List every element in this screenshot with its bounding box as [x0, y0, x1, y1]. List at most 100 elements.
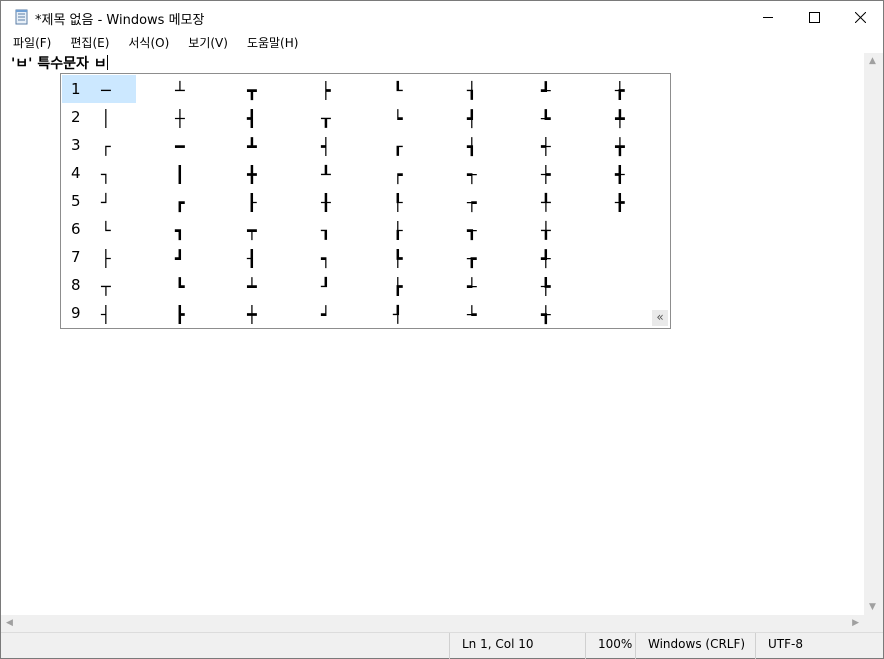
scroll-up-icon[interactable]: ▲ [869, 56, 876, 66]
candidate-item[interactable]: ┮ [441, 188, 515, 216]
candidate-item[interactable]: ┡ [367, 244, 441, 272]
candidate-item[interactable]: ╈ [589, 132, 663, 160]
candidate-item[interactable]: ┪ [441, 132, 515, 160]
horizontal-scrollbar[interactable]: ◀ ▶ [1, 615, 864, 632]
menu-edit[interactable]: 편집(E) [58, 34, 116, 53]
maximize-button[interactable] [791, 1, 837, 34]
candidate-item[interactable]: ┗ [149, 272, 223, 300]
candidate-item[interactable]: 4 ┐ [61, 160, 135, 188]
candidate-item[interactable]: ┻ [221, 132, 295, 160]
scroll-right-icon[interactable]: ▶ [852, 618, 859, 628]
candidate-item[interactable]: ┶ [441, 300, 515, 328]
candidate-item[interactable]: 8 ┬ [61, 272, 135, 300]
candidate-item[interactable]: ┸ [295, 160, 369, 188]
candidate-item[interactable]: ┖ [367, 76, 441, 104]
candidate-item[interactable]: ┙ [295, 300, 369, 328]
candidate-symbol: ╉ [615, 165, 625, 184]
menu-help[interactable]: 도움말(H) [235, 34, 306, 53]
vertical-scrollbar[interactable]: ▲ ▼ [864, 53, 883, 615]
candidate-item[interactable]: 2 │ [61, 104, 135, 132]
candidate-item[interactable]: 5 ┘ [61, 188, 135, 216]
candidate-item[interactable]: 1 ─ [61, 76, 135, 104]
candidate-item[interactable]: ┎ [367, 132, 441, 160]
candidate-symbol: ╊ [615, 193, 625, 212]
candidate-item[interactable]: ┲ [441, 244, 515, 272]
candidate-item[interactable]: ╋ [221, 160, 295, 188]
candidate-item[interactable]: ┦ [367, 300, 441, 328]
candidate-item[interactable]: ┒ [295, 216, 369, 244]
close-button[interactable] [837, 1, 883, 34]
candidate-item[interactable]: 3 ┌ [61, 132, 135, 160]
candidate-item[interactable]: ┾ [515, 160, 589, 188]
status-position: Ln 1, Col 10 [449, 633, 585, 659]
menu-view[interactable]: 보기(V) [176, 34, 235, 53]
candidate-item[interactable]: ┝ [295, 76, 369, 104]
candidate-item[interactable]: ┿ [221, 300, 295, 328]
candidate-number: 4 [71, 164, 81, 182]
candidate-item[interactable]: 7 ├ [61, 244, 135, 272]
candidate-item[interactable]: ╆ [589, 76, 663, 104]
candidate-item[interactable]: ┥ [295, 132, 369, 160]
candidate-item[interactable]: ╁ [515, 216, 589, 244]
candidate-item[interactable]: ┛ [149, 244, 223, 272]
menu-file[interactable]: 파일(F) [1, 34, 58, 53]
candidate-item[interactable]: ┚ [295, 272, 369, 300]
candidate-item[interactable]: ┫ [221, 104, 295, 132]
candidate-item[interactable]: ╅ [515, 300, 589, 328]
menu-format[interactable]: 서식(O) [116, 34, 176, 53]
candidate-item[interactable]: ┣ [149, 300, 223, 328]
candidate-item[interactable]: ┟ [367, 216, 441, 244]
candidate-item[interactable]: ╇ [589, 104, 663, 132]
candidate-symbol: ┢ [393, 277, 403, 296]
candidate-item[interactable]: ┓ [149, 216, 223, 244]
candidate-symbol: ╄ [541, 277, 551, 296]
candidate-item[interactable]: ┃ [149, 160, 223, 188]
candidate-item[interactable]: ┼ [149, 104, 223, 132]
candidate-symbol: ┿ [247, 305, 257, 324]
candidate-symbol: ┟ [393, 221, 403, 240]
scroll-down-icon[interactable]: ▼ [869, 602, 876, 612]
candidate-item[interactable]: ┳ [221, 76, 295, 104]
candidate-number: 5 [71, 192, 81, 210]
candidate-item[interactable]: ╃ [515, 244, 589, 272]
candidate-item[interactable]: ┏ [149, 188, 223, 216]
candidate-item[interactable]: 6 └ [61, 216, 135, 244]
menu-bar: 파일(F) 편집(E) 서식(O) 보기(V) 도움말(H) [1, 34, 883, 53]
candidate-item[interactable]: ┞ [367, 188, 441, 216]
candidate-number: 6 [71, 220, 81, 238]
candidate-item[interactable]: ╂ [295, 188, 369, 216]
expand-candidates-button[interactable]: « [652, 310, 668, 326]
candidate-item[interactable]: ┑ [295, 244, 369, 272]
candidate-item[interactable]: ┢ [367, 272, 441, 300]
candidate-item[interactable]: ┭ [441, 160, 515, 188]
candidate-item[interactable]: ┠ [221, 188, 295, 216]
maximize-icon [808, 12, 820, 23]
candidate-symbol: ┨ [247, 249, 257, 268]
candidate-item[interactable]: ┺ [515, 104, 589, 132]
candidate-item[interactable]: ╊ [589, 188, 663, 216]
candidate-symbol: ┸ [321, 165, 331, 184]
candidate-item[interactable]: ┴ [149, 76, 223, 104]
candidate-item[interactable]: 9 ┤ [61, 300, 135, 328]
candidate-item[interactable]: ┨ [221, 244, 295, 272]
candidate-item[interactable]: ━ [149, 132, 223, 160]
minimize-button[interactable] [745, 1, 791, 34]
candidate-item[interactable]: ┷ [221, 272, 295, 300]
candidate-item[interactable]: ┍ [367, 160, 441, 188]
candidate-item[interactable]: ┵ [441, 272, 515, 300]
candidate-item[interactable]: ┯ [221, 216, 295, 244]
candidate-item[interactable]: ┱ [441, 216, 515, 244]
candidate-item[interactable]: ╄ [515, 272, 589, 300]
candidate-item[interactable]: ┧ [441, 76, 515, 104]
title-bar[interactable]: *제목 없음 - Windows 메모장 [1, 1, 883, 34]
text-caret [106, 55, 108, 70]
candidate-item[interactable]: ┰ [295, 104, 369, 132]
candidate-item[interactable]: ┩ [441, 104, 515, 132]
candidate-item[interactable]: ╉ [589, 160, 663, 188]
candidate-item[interactable]: ┽ [515, 132, 589, 160]
candidate-item[interactable]: ┹ [515, 76, 589, 104]
candidate-item[interactable]: ┕ [367, 104, 441, 132]
candidate-symbol: ┯ [247, 221, 257, 240]
candidate-item[interactable]: ╀ [515, 188, 589, 216]
scroll-left-icon[interactable]: ◀ [6, 618, 13, 628]
